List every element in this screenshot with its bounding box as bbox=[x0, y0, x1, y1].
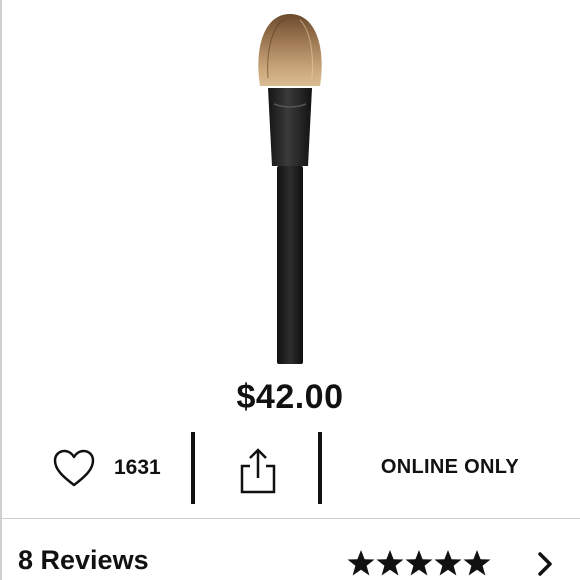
star-rating bbox=[346, 549, 491, 577]
star-icon bbox=[434, 550, 462, 576]
action-divider-2 bbox=[318, 432, 322, 504]
share-button[interactable] bbox=[236, 446, 280, 494]
share-icon bbox=[240, 448, 276, 494]
favorite-button[interactable]: 1631 bbox=[52, 446, 192, 490]
product-image bbox=[258, 14, 322, 364]
star-icon bbox=[463, 550, 491, 576]
star-icon bbox=[347, 550, 375, 576]
heart-outline-icon bbox=[53, 449, 95, 487]
reviews-row[interactable]: 8 Reviews bbox=[0, 519, 580, 580]
product-price: $42.00 bbox=[236, 378, 344, 416]
reviews-count-label: 8 Reviews bbox=[18, 545, 149, 575]
availability-label: ONLINE ONLY bbox=[380, 456, 520, 478]
action-divider-1 bbox=[191, 432, 195, 504]
favorites-count: 1631 bbox=[114, 456, 161, 479]
chevron-right-icon[interactable] bbox=[536, 551, 554, 577]
product-action-bar: 1631 ONLINE ONLY bbox=[0, 432, 580, 504]
star-icon bbox=[405, 550, 433, 576]
star-icon bbox=[376, 550, 404, 576]
